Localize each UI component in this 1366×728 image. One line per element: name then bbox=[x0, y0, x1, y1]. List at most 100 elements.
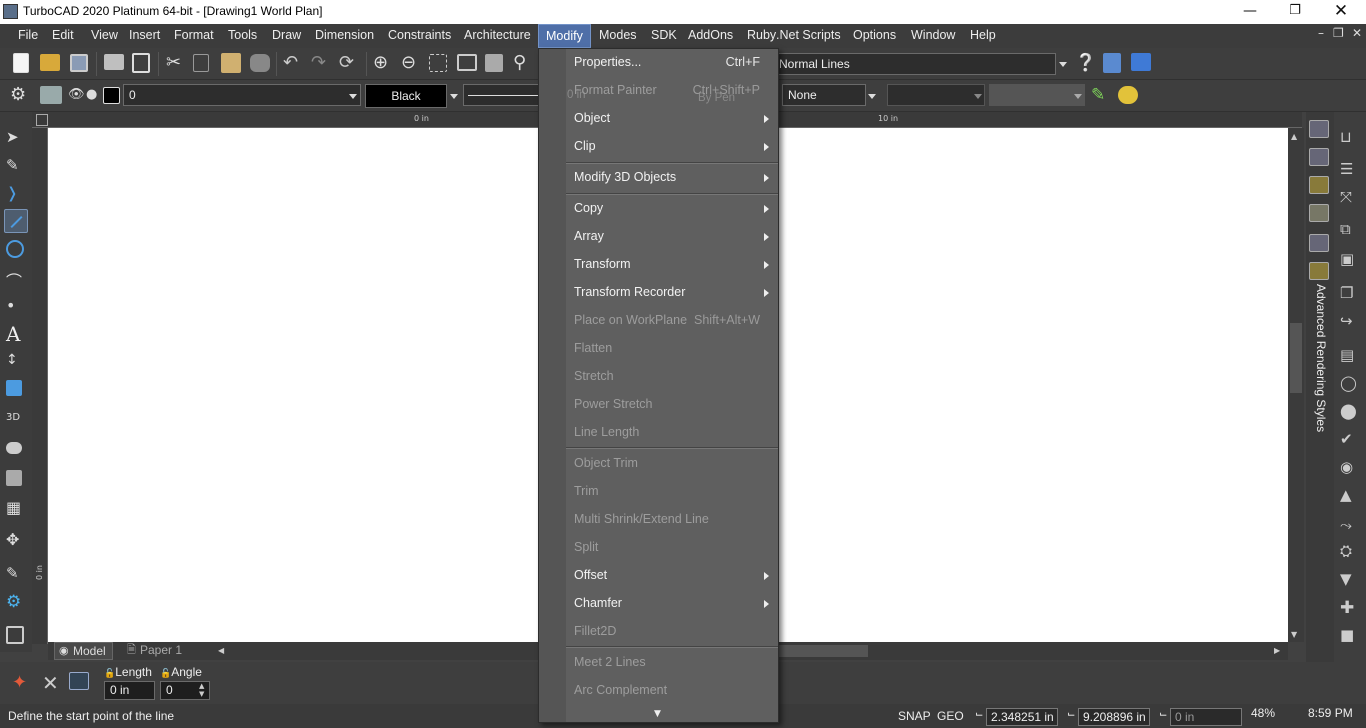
right-tool-3-icon[interactable]: ⤧ bbox=[1340, 188, 1362, 210]
menu-item-transform[interactable]: Transform bbox=[566, 251, 778, 279]
y-coordinate[interactable]: 9.208896 in bbox=[1078, 708, 1150, 726]
menu-scroll-down-icon[interactable]: ▼ bbox=[654, 709, 661, 719]
cancel-tool-icon[interactable]: ✕ bbox=[42, 671, 64, 695]
help-pointer-icon[interactable]: ❔ bbox=[1075, 53, 1097, 75]
pattern-dropdown-icon[interactable] bbox=[974, 94, 982, 99]
menu-item-object-trim[interactable]: Object Trim bbox=[566, 450, 778, 478]
x-coordinate[interactable]: 2.348251 in bbox=[986, 708, 1058, 726]
menu-item-trim[interactable]: Trim bbox=[566, 478, 778, 506]
right-tool-10-icon[interactable]: ⬤ bbox=[1340, 402, 1362, 424]
cut-icon[interactable]: ✂ bbox=[166, 53, 188, 75]
zoom-realtime-icon[interactable]: ⚲ bbox=[513, 53, 535, 75]
menu-dimension[interactable]: Dimension bbox=[308, 24, 381, 48]
brush-tool-icon[interactable]: ✎ bbox=[6, 564, 28, 586]
menu-architecture[interactable]: Architecture bbox=[457, 24, 538, 48]
grid-tool-icon[interactable]: ▦ bbox=[6, 498, 28, 520]
line-tool-icon[interactable] bbox=[4, 209, 28, 233]
angle-lock-icon[interactable]: 🔓 bbox=[160, 668, 171, 678]
zoom-in-icon[interactable]: ⊕ bbox=[373, 53, 395, 75]
menu-addons[interactable]: AddOns bbox=[681, 24, 740, 48]
menu-file[interactable]: File bbox=[11, 24, 45, 48]
copy-icon[interactable] bbox=[193, 54, 209, 72]
hatch-tool-icon[interactable] bbox=[6, 380, 22, 396]
new-icon[interactable] bbox=[13, 53, 29, 73]
menu-item-power-stretch[interactable]: Power Stretch bbox=[566, 391, 778, 419]
menu-item-copy[interactable]: Copy bbox=[566, 195, 778, 223]
open-icon[interactable] bbox=[40, 54, 60, 71]
right-tool-6-icon[interactable]: ❐ bbox=[1340, 284, 1362, 306]
menu-item-chamfer[interactable]: Chamfer bbox=[566, 590, 778, 618]
advanced-rendering-styles-tab[interactable]: Advanced Rendering Styles bbox=[1314, 284, 1328, 434]
select-arrow-icon[interactable]: ➤ bbox=[6, 128, 28, 150]
vertical-scrollbar[interactable]: ▲ ▼ bbox=[1288, 128, 1304, 642]
color-select[interactable]: Black bbox=[365, 84, 447, 108]
right-tool-4-icon[interactable]: ⧉ bbox=[1340, 220, 1362, 242]
menu-insert[interactable]: Insert bbox=[122, 24, 167, 48]
menu-item-transform-recorder[interactable]: Transform Recorder bbox=[566, 279, 778, 307]
point-line-icon[interactable]: ❭ bbox=[6, 184, 28, 206]
menu-modes[interactable]: Modes bbox=[592, 24, 644, 48]
tab-paper-1[interactable]: 🗎 Paper 1 bbox=[122, 642, 188, 660]
hscroll-right-icon[interactable]: ▶ bbox=[1274, 646, 1280, 655]
color-dropdown-icon[interactable] bbox=[450, 94, 458, 99]
length-lock-icon[interactable]: 🔓 bbox=[104, 668, 115, 678]
fill-select[interactable]: None bbox=[782, 84, 866, 106]
scroll-thumb[interactable] bbox=[1290, 323, 1302, 393]
menu-item-arc-complement[interactable]: Arc Complement bbox=[566, 677, 778, 705]
save-icon[interactable] bbox=[70, 54, 88, 72]
right-tool-8-icon[interactable]: ▤ bbox=[1340, 346, 1362, 368]
menu-window[interactable]: Window bbox=[904, 24, 962, 48]
right-tool-9-icon[interactable]: ◯ bbox=[1340, 374, 1362, 396]
right-tool-18-icon[interactable]: ■ bbox=[1340, 626, 1362, 648]
point-tool-icon[interactable]: • bbox=[6, 296, 28, 318]
menu-item-object[interactable]: Object bbox=[566, 105, 778, 133]
menu-edit[interactable]: Edit bbox=[45, 24, 81, 48]
length-input[interactable]: 0 in bbox=[104, 681, 155, 700]
zoom-out-icon[interactable]: ⊖ bbox=[401, 53, 423, 75]
settings-gear-icon[interactable]: ⚙ bbox=[10, 85, 32, 107]
scroll-up-icon[interactable]: ▲ bbox=[1291, 132, 1297, 141]
menu-item-place-on-workplane[interactable]: Place on WorkPlane Shift+Alt+W bbox=[566, 307, 778, 335]
mdi-restore-icon[interactable]: ❐ bbox=[1333, 26, 1344, 40]
menu-modify[interactable]: Modify bbox=[538, 24, 591, 48]
format-painter-icon[interactable] bbox=[250, 54, 270, 72]
3d-tool-icon[interactable]: 3D bbox=[6, 412, 28, 434]
edit-tool-icon[interactable]: ✎ bbox=[6, 156, 28, 178]
tab-model[interactable]: ◉ Model bbox=[54, 642, 113, 660]
table-icon[interactable] bbox=[69, 672, 89, 690]
snap-toggle[interactable]: SNAP bbox=[898, 709, 931, 723]
fill-dropdown-icon[interactable] bbox=[868, 94, 876, 99]
paste-icon[interactable] bbox=[221, 53, 241, 73]
palette-tab-3-icon[interactable] bbox=[1309, 176, 1329, 194]
menu-item-line-length[interactable]: Line Length bbox=[566, 419, 778, 447]
surface-tool-icon[interactable] bbox=[6, 470, 22, 486]
layer-dropdown-icon[interactable] bbox=[349, 94, 357, 99]
menu-net-scripts[interactable]: .Net Scripts bbox=[769, 24, 848, 48]
page-icon[interactable] bbox=[485, 54, 503, 72]
menu-constraints[interactable]: Constraints bbox=[381, 24, 458, 48]
menu-draw[interactable]: Draw bbox=[265, 24, 308, 48]
right-tool-14-icon[interactable]: ⤳ bbox=[1340, 516, 1362, 538]
menu-item-format-painter[interactable]: Format Painter Ctrl+Shift+P bbox=[566, 77, 778, 105]
layer-select[interactable]: 0 bbox=[123, 84, 361, 106]
undo-redo-icon[interactable]: ⟳ bbox=[339, 53, 361, 75]
mail-icon[interactable] bbox=[1131, 53, 1151, 71]
layers-icon[interactable] bbox=[40, 86, 62, 104]
tool-options-icon[interactable]: ✦ bbox=[12, 672, 34, 694]
geo-toggle[interactable]: GEO bbox=[937, 709, 964, 723]
menu-help[interactable]: Help bbox=[963, 24, 1003, 48]
zoom-window-icon[interactable] bbox=[429, 54, 447, 72]
palette-tab-6-icon[interactable] bbox=[1309, 262, 1329, 280]
right-tool-1-icon[interactable]: ⊔ bbox=[1340, 128, 1362, 150]
print-icon[interactable] bbox=[104, 54, 124, 70]
menu-item-fillet2d[interactable]: Fillet2D bbox=[566, 618, 778, 646]
right-tool-17-icon[interactable]: ✚ bbox=[1340, 598, 1362, 620]
mdi-minimize-icon[interactable]: – bbox=[1318, 26, 1324, 40]
right-tool-7-icon[interactable]: ↪ bbox=[1340, 312, 1362, 334]
palette-tab-5-icon[interactable] bbox=[1309, 234, 1329, 252]
menu-options[interactable]: Options bbox=[846, 24, 903, 48]
right-tool-5-icon[interactable]: ▣ bbox=[1340, 250, 1362, 272]
right-tool-13-icon[interactable]: ▲ bbox=[1340, 486, 1362, 508]
menu-view[interactable]: View bbox=[84, 24, 125, 48]
frame-tool-icon[interactable] bbox=[6, 626, 24, 644]
